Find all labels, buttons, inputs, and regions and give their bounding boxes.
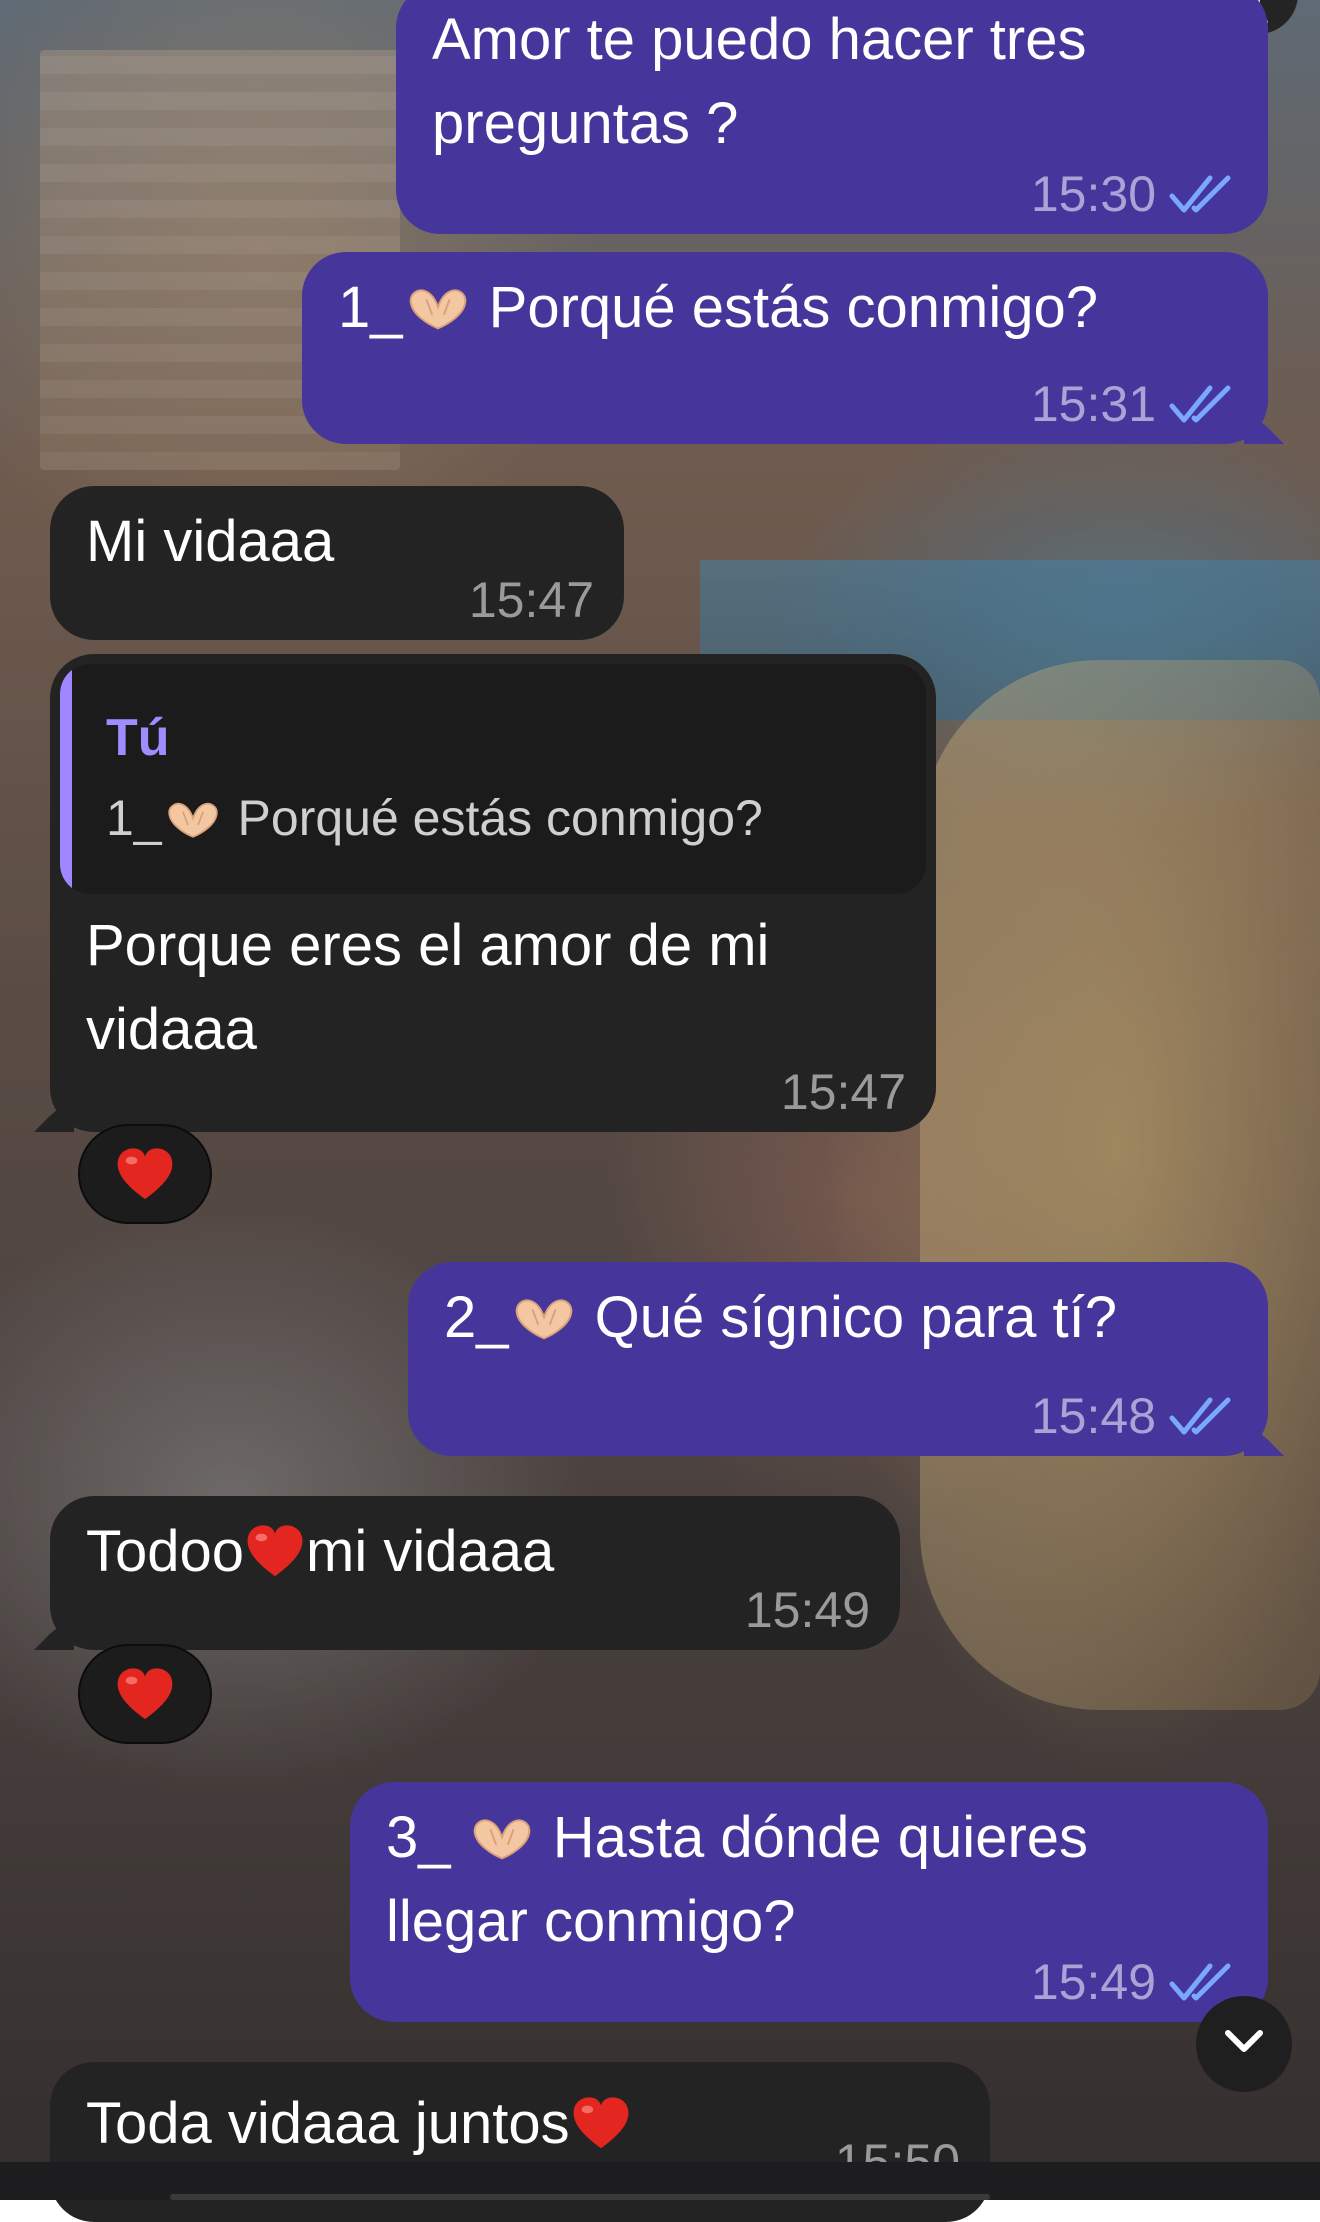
message-time: 15:49: [744, 1582, 870, 1638]
message-meta: 15:49: [1031, 1952, 1238, 2012]
quoted-text: 1_ Porqué estás conmigo?: [106, 788, 763, 848]
message-meta: 15:47: [469, 570, 594, 630]
message-outgoing[interactable]: 3_ Hasta dónde quieres llegar conmigo? 1…: [350, 1782, 1268, 2022]
message-outgoing[interactable]: 1_ Porqué estás conmigo? 15:31: [302, 252, 1268, 444]
message-text: 1_ Porqué estás conmigo?: [338, 266, 1232, 350]
message-text: Amor te puedo hacer tres: [432, 7, 1087, 72]
red-heart-emoji: [114, 1665, 176, 1723]
message-text: 2_ Qué sígnico para tí?: [444, 1276, 1232, 1360]
message-time: 15:31: [1030, 376, 1156, 432]
quoted-number: 1_: [106, 790, 162, 846]
message-text: vidaaa: [86, 997, 257, 1062]
message-meta: 15:47: [781, 1062, 906, 1122]
double-check-icon: [1168, 172, 1238, 216]
question-number: 2_: [444, 1285, 509, 1350]
double-check-icon: [1168, 1394, 1238, 1438]
quoted-message[interactable]: Tú 1_ Porqué estás conmigo?: [60, 664, 926, 894]
question-text: Qué sígnico para tí?: [594, 1285, 1117, 1350]
chevron-down-icon: [1222, 2027, 1266, 2062]
message-outgoing[interactable]: 2_ Qué sígnico para tí? 15:48: [408, 1262, 1268, 1456]
question-number: 1_: [338, 275, 403, 340]
scroll-to-bottom-button[interactable]: [1196, 1996, 1292, 2092]
red-heart-emoji: [570, 2093, 632, 2153]
reaction-heart[interactable]: [78, 1644, 212, 1744]
message-meta: 15:30: [1031, 164, 1238, 224]
message-part: Todoo: [86, 1519, 245, 1584]
heart-hands-emoji: [471, 1815, 533, 1863]
message-meta: 15:31: [1031, 374, 1238, 434]
message-time: 15:49: [1030, 1954, 1156, 2010]
message-text: 3_ Hasta dónde quieres: [386, 1796, 1232, 1880]
message-incoming-reply[interactable]: Tú 1_ Porqué estás conmigo? Porque eres …: [50, 654, 936, 1132]
message-incoming[interactable]: Mi vidaaa 15:47: [50, 486, 624, 640]
input-field-edge[interactable]: [170, 2194, 990, 2200]
heart-hands-emoji: [513, 1295, 575, 1343]
message-text: preguntas ?: [432, 91, 739, 156]
message-meta: 15:49: [745, 1580, 870, 1640]
heart-hands-emoji: [166, 799, 220, 841]
double-check-icon: [1168, 382, 1238, 426]
red-heart-emoji: [114, 1145, 176, 1203]
message-outgoing[interactable]: Amor te puedo hacer tres preguntas ? 15:…: [396, 0, 1268, 234]
double-check-icon: [1168, 1960, 1238, 2004]
message-time: 15:48: [1030, 1388, 1156, 1444]
message-part: Toda vidaaa juntos: [86, 2091, 570, 2156]
message-part: mi vidaaa: [306, 1519, 555, 1584]
question-text: Porqué estás conmigo?: [488, 275, 1099, 340]
reaction-heart[interactable]: [78, 1124, 212, 1224]
message-text: Toda vidaaa juntos: [86, 2082, 954, 2166]
question-number: 3_: [386, 1805, 467, 1870]
message-meta: 15:48: [1031, 1386, 1238, 1446]
reply-accent-bar: [60, 664, 72, 894]
heart-hands-emoji: [407, 285, 469, 333]
red-heart-emoji: [244, 1521, 306, 1581]
question-text: Hasta dónde quieres: [552, 1805, 1089, 1870]
message-incoming[interactable]: Todoo mi vidaaa 15:49: [50, 1496, 900, 1650]
message-time: 15:30: [1030, 166, 1156, 222]
quoted-question: Porqué estás conmigo?: [237, 790, 763, 846]
message-time: 15:47: [780, 1064, 906, 1120]
quoted-author: Tú: [106, 709, 170, 767]
message-text: Porque eres el amor de mi: [86, 913, 770, 978]
message-time: 15:47: [468, 572, 594, 628]
